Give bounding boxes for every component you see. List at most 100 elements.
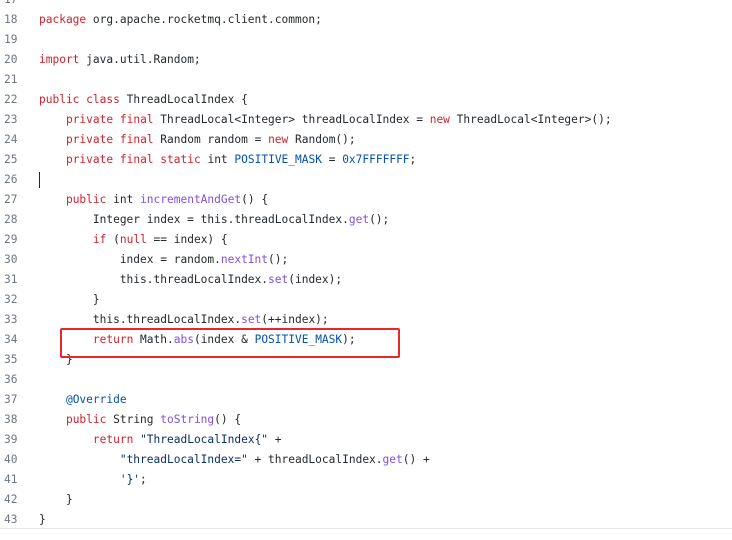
code-line: 31 this.threadLocalIndex.set(index); <box>0 270 732 290</box>
text-cursor <box>39 172 40 188</box>
line-number: 42 <box>4 493 18 506</box>
line-number: 29 <box>4 233 18 246</box>
line-number: 32 <box>4 293 18 306</box>
line-number: 18 <box>4 13 18 26</box>
code-token: ThreadLocal<Integer>(); <box>449 113 612 126</box>
code-token: (index); <box>288 273 343 286</box>
code-line: 37 @Override <box>0 390 732 410</box>
code-token: String <box>106 413 161 426</box>
code-token: () + <box>402 453 430 466</box>
code-token: static <box>160 153 201 166</box>
code-token: new <box>268 133 289 146</box>
code-line: 26 <box>0 170 732 190</box>
code-line: 18 package org.apache.rocketmq.client.com… <box>0 10 732 30</box>
code-token: Random(); <box>288 133 356 146</box>
bottom-divider <box>0 528 732 529</box>
code-line: 20 import java.util.Random; <box>0 50 732 70</box>
code-text[interactable]: private final static int POSITIVE_MASK =… <box>39 150 416 170</box>
code-line: 28 Integer index = this.threadLocalIndex… <box>0 210 732 230</box>
code-token: 0x7FFFFFFF <box>342 153 410 166</box>
code-token: import <box>39 53 80 66</box>
code-token: final <box>119 113 154 126</box>
code-line: 41 '}'; <box>0 470 732 490</box>
code-text[interactable]: "threadLocalIndex=" + threadLocalIndex.g… <box>39 450 430 470</box>
code-token: return <box>92 433 134 446</box>
code-token: class <box>86 93 120 106</box>
code-text[interactable]: public int incrementAndGet() { <box>39 190 268 210</box>
code-token: "ThreadLocalIndex{" <box>140 433 269 446</box>
code-text[interactable]: package org.apache.rocketmq.client.commo… <box>39 10 322 30</box>
code-text[interactable]: return "ThreadLocalIndex{" + <box>39 430 282 450</box>
code-text[interactable]: this.threadLocalIndex.set(index); <box>39 270 342 290</box>
code-token: (); <box>268 253 289 266</box>
code-text[interactable]: import java.util.Random; <box>39 50 201 70</box>
code-token: set <box>268 273 289 286</box>
code-token: java.util.Random; <box>79 53 201 66</box>
code-token: get <box>382 453 403 466</box>
code-text[interactable]: this.threadLocalIndex.set(++index); <box>39 310 329 330</box>
code-token: int <box>200 153 235 166</box>
code-token: index = random. <box>39 253 221 266</box>
line-number: 19 <box>4 33 18 46</box>
code-line: 23 private final ThreadLocal<Integer> th… <box>0 110 732 130</box>
code-token: + <box>268 433 282 446</box>
code-token: private <box>65 113 114 126</box>
code-text[interactable]: } <box>39 290 100 310</box>
code-token: private <box>65 133 114 146</box>
code-token: (); <box>369 213 390 226</box>
code-token: private <box>65 153 114 166</box>
code-token: int <box>106 193 141 206</box>
code-token: () { <box>241 193 269 206</box>
code-text[interactable]: } <box>39 490 73 510</box>
code-token: nextInt <box>220 253 269 266</box>
code-token: ThreadLocal<Integer> threadLocalIndex = <box>153 113 430 126</box>
line-number: 38 <box>4 413 18 426</box>
line-number: 37 <box>4 393 18 406</box>
code-line: 29 if (null == index) { <box>0 230 732 250</box>
code-token: ( <box>106 233 120 246</box>
code-token: } <box>39 493 73 506</box>
code-token: toString <box>160 413 215 426</box>
line-number: 35 <box>4 353 18 366</box>
line-number: 30 <box>4 253 18 266</box>
code-token: @Override <box>65 393 127 406</box>
code-text[interactable]: private final Random random = new Random… <box>39 130 356 150</box>
code-line: 22 public class ThreadLocalIndex { <box>0 90 732 110</box>
line-number: 22 <box>4 93 18 106</box>
code-text[interactable]: Integer index = this.threadLocalIndex.ge… <box>39 210 389 230</box>
code-token: "threadLocalIndex=" <box>119 453 248 466</box>
code-text[interactable]: private final ThreadLocal<Integer> threa… <box>39 110 612 130</box>
code-text[interactable]: } <box>39 510 46 530</box>
code-text[interactable]: public String toString() { <box>39 410 241 430</box>
code-token: org.apache.rocketmq.client.common; <box>86 13 322 26</box>
code-token: ThreadLocalIndex { <box>119 93 248 106</box>
code-token: = <box>321 153 343 166</box>
code-token: public <box>65 193 107 206</box>
line-number: 36 <box>4 373 18 386</box>
code-line: 30 index = random.nextInt(); <box>0 250 732 270</box>
code-text[interactable]: @Override <box>39 390 127 410</box>
code-token: (++index); <box>261 313 329 326</box>
code-text[interactable]: index = random.nextInt(); <box>39 250 288 270</box>
code-line: 32 } <box>0 290 732 310</box>
code-token: package <box>39 13 87 26</box>
code-line: 36 <box>0 370 732 390</box>
code-text[interactable]: if (null == index) { <box>39 230 228 250</box>
line-number: 39 <box>4 433 18 446</box>
line-number: 24 <box>4 133 18 146</box>
highlight-box-line-34 <box>60 328 400 358</box>
code-token: POSITIVE_MASK <box>234 153 322 166</box>
code-token: get <box>348 213 370 226</box>
code-text[interactable]: '}'; <box>39 470 147 490</box>
line-number: 23 <box>4 113 18 126</box>
code-text[interactable]: public class ThreadLocalIndex { <box>39 90 248 110</box>
code-line: 17 <box>0 0 732 10</box>
line-number: 27 <box>4 193 18 206</box>
line-number: 17 <box>4 0 26 10</box>
code-token: Random random = <box>153 133 269 146</box>
code-line: 33 this.threadLocalIndex.set(++index); <box>0 310 732 330</box>
